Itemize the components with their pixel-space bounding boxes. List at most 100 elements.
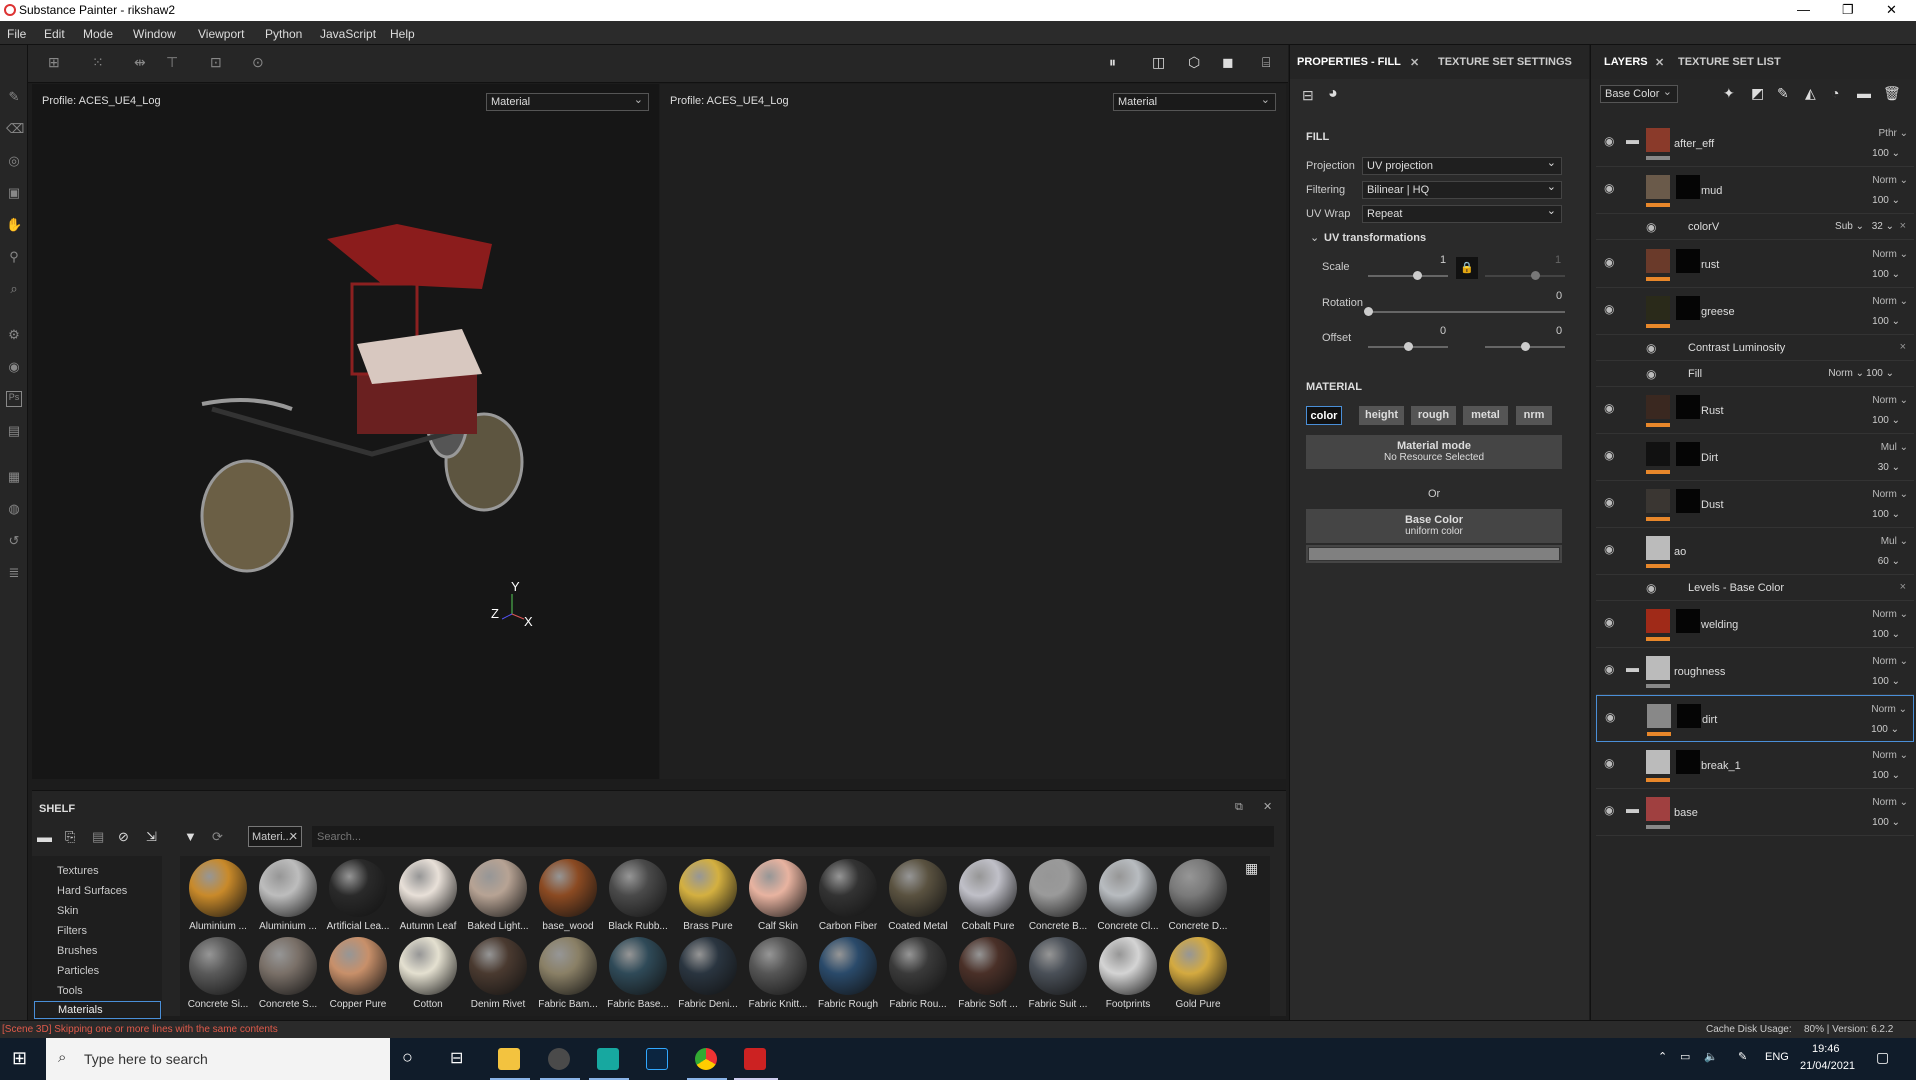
menu-file[interactable]: File bbox=[7, 27, 26, 41]
layer-row[interactable]: ◉ mud Norm ⌄ 100 ⌄ bbox=[1596, 167, 1914, 214]
network-icon[interactable]: ▭ bbox=[1680, 1050, 1690, 1063]
windows-start-icon[interactable]: ⊞ bbox=[12, 1048, 27, 1069]
layer-blend-mode[interactable]: Norm ⌄ bbox=[1872, 489, 1908, 500]
tab-layers-close[interactable]: ✕ bbox=[1655, 56, 1664, 69]
folder-icon[interactable]: ▬ bbox=[1626, 132, 1639, 147]
layer-opacity[interactable]: 100 ⌄ bbox=[1872, 817, 1900, 828]
category-tools[interactable]: Tools bbox=[57, 985, 83, 997]
menu-help[interactable]: Help bbox=[390, 27, 415, 41]
material-item[interactable]: Fabric Bam... bbox=[535, 937, 601, 1010]
eye-icon[interactable]: ◉ bbox=[1646, 341, 1656, 355]
menu-window[interactable]: Window bbox=[133, 27, 176, 41]
layer-name[interactable]: ao bbox=[1674, 546, 1686, 558]
symmetry-icon[interactable]: ⇹ bbox=[134, 54, 146, 71]
add-paint-layer-icon[interactable]: ✎ bbox=[1777, 85, 1789, 102]
layer-opacity[interactable]: 100 ⌄ bbox=[1872, 195, 1900, 206]
layer-row[interactable]: ◉ ▬ roughness Norm ⌄ 100 ⌄ bbox=[1596, 648, 1914, 695]
eye-icon[interactable]: ◉ bbox=[1604, 401, 1614, 415]
viewport-3d[interactable]: Profile: ACES_UE4_Log Material Y Z X bbox=[32, 84, 659, 779]
material-item[interactable]: Fabric Rough bbox=[815, 937, 881, 1010]
clone-icon[interactable]: ⚲ bbox=[6, 249, 22, 265]
channel-chip-rough[interactable]: rough bbox=[1411, 406, 1456, 425]
eye-icon[interactable]: ◉ bbox=[1604, 662, 1614, 676]
mask-thumbnail[interactable] bbox=[1676, 296, 1700, 320]
offset-slider-2[interactable] bbox=[1485, 342, 1565, 351]
minimize-button[interactable]: — bbox=[1797, 2, 1810, 17]
mask-thumbnail[interactable] bbox=[1676, 750, 1700, 774]
filter-tag-close-icon[interactable]: ✕ bbox=[289, 830, 298, 843]
channel-chip-nrm[interactable]: nrm bbox=[1516, 406, 1552, 425]
folder-icon[interactable]: ▬ bbox=[1626, 660, 1639, 675]
mask-thumbnail[interactable] bbox=[1676, 609, 1700, 633]
layer-name[interactable]: mud bbox=[1701, 185, 1722, 197]
layer-row[interactable]: ◉ ao Mul ⌄ 60 ⌄ bbox=[1596, 528, 1914, 575]
category-textures[interactable]: Textures bbox=[57, 865, 99, 877]
category-hard-surfaces[interactable]: Hard Surfaces bbox=[57, 885, 127, 897]
tab-layers[interactable]: LAYERS bbox=[1604, 56, 1648, 68]
offset-slider-1[interactable] bbox=[1368, 342, 1448, 351]
mask-thumbnail[interactable] bbox=[1676, 395, 1700, 419]
layer-opacity[interactable]: 100 ⌄ bbox=[1872, 415, 1900, 426]
layer-blend-mode[interactable]: Norm ⌄ bbox=[1872, 249, 1908, 260]
layer-row[interactable]: ◉ Rust Norm ⌄ 100 ⌄ bbox=[1596, 387, 1914, 434]
material-item[interactable]: Fabric Rou... bbox=[885, 937, 951, 1010]
layer-name[interactable]: greese bbox=[1701, 306, 1735, 318]
layer-row[interactable]: ◉ Dirt Mul ⌄ 30 ⌄ bbox=[1596, 434, 1914, 481]
layer-name[interactable]: base bbox=[1674, 807, 1698, 819]
viewport-2d[interactable]: Profile: ACES_UE4_Log Material bbox=[660, 84, 1286, 779]
material-item[interactable]: Carbon Fiber bbox=[815, 859, 881, 932]
effect-blend[interactable]: Norm ⌄ bbox=[1828, 368, 1864, 379]
layer-row[interactable]: ◉ break_1 Norm ⌄ 100 ⌄ bbox=[1596, 742, 1914, 789]
tab-texture-set-settings[interactable]: TEXTURE SET SETTINGS bbox=[1438, 56, 1572, 68]
undock-icon[interactable]: ⧉ bbox=[1235, 801, 1243, 814]
layer-effect-row[interactable]: ◉ Contrast Luminosity × bbox=[1596, 335, 1914, 361]
rotation-value[interactable]: 0 bbox=[1556, 290, 1562, 302]
eye-icon[interactable]: ◉ bbox=[1646, 581, 1656, 595]
layer-blend-mode[interactable]: Norm ⌄ bbox=[1872, 609, 1908, 620]
layer-blend-mode[interactable]: Norm ⌄ bbox=[1872, 656, 1908, 667]
photoshop-taskbar-icon[interactable] bbox=[646, 1048, 668, 1070]
eraser-icon[interactable]: ⌫ bbox=[6, 121, 24, 137]
layer-name[interactable]: Rust bbox=[1701, 405, 1724, 417]
material-item[interactable]: Copper Pure bbox=[325, 937, 391, 1010]
layer-opacity[interactable]: 60 ⌄ bbox=[1878, 556, 1900, 567]
material-item[interactable]: Concrete B... bbox=[1025, 859, 1091, 932]
material-item[interactable]: Black Rubb... bbox=[605, 859, 671, 932]
layer-blend-mode[interactable]: Norm ⌄ bbox=[1871, 704, 1907, 715]
settings-icon[interactable]: ⚙ bbox=[6, 327, 22, 343]
save-icon[interactable]: ▤ bbox=[92, 829, 104, 845]
eye-icon[interactable]: ◉ bbox=[1604, 181, 1614, 195]
layer-effect-row[interactable]: ◉ Sub ⌄ 32 ⌄ colorV × bbox=[1596, 214, 1914, 240]
refresh-icon[interactable]: ⟳ bbox=[212, 829, 223, 845]
scale-slider[interactable] bbox=[1368, 271, 1448, 280]
mask-thumbnail[interactable] bbox=[1677, 704, 1701, 728]
menu-viewport[interactable]: Viewport bbox=[198, 27, 244, 41]
add-effect-icon[interactable]: ✦ bbox=[1723, 85, 1735, 102]
layer-blend-mode[interactable]: Mul ⌄ bbox=[1881, 536, 1908, 547]
effect-blend[interactable]: Sub ⌄ bbox=[1835, 221, 1864, 232]
material-mode-box[interactable]: Material mode No Resource Selected bbox=[1306, 435, 1562, 469]
material-item[interactable]: Calf Skin bbox=[745, 859, 811, 932]
layer-blend-mode[interactable]: Mul ⌄ bbox=[1881, 442, 1908, 453]
material-item[interactable]: Artificial Lea... bbox=[325, 859, 391, 932]
eye-icon[interactable]: ◉ bbox=[1604, 615, 1614, 629]
clock-date[interactable]: 21/04/2021 bbox=[1800, 1060, 1855, 1072]
layer-name[interactable]: roughness bbox=[1674, 666, 1725, 678]
geometry-fill-icon[interactable]: ▣ bbox=[6, 185, 22, 201]
tab-properties-close[interactable]: ✕ bbox=[1410, 56, 1419, 69]
paint-brush-icon[interactable]: ✎ bbox=[6, 89, 22, 105]
layer-opacity[interactable]: 100 ⌄ bbox=[1872, 316, 1900, 327]
layer-name[interactable]: dirt bbox=[1702, 714, 1717, 726]
material-item[interactable]: Concrete D... bbox=[1165, 859, 1231, 932]
folder-icon[interactable]: ▬ bbox=[37, 829, 52, 846]
taskbar-search[interactable]: ⌕ Type here to search bbox=[46, 1038, 390, 1080]
effect-opacity[interactable]: 32 ⌄ bbox=[1872, 221, 1894, 232]
delete-layer-icon[interactable]: 🗑 bbox=[1883, 85, 1901, 102]
layer-blend-mode[interactable]: Norm ⌄ bbox=[1872, 296, 1908, 307]
add-smart-material-icon[interactable]: ◔ bbox=[1831, 85, 1839, 101]
layer-name[interactable]: rust bbox=[1701, 259, 1719, 271]
filter-icon[interactable]: ▼ bbox=[184, 829, 197, 844]
material-item[interactable]: Coated Metal bbox=[885, 859, 951, 932]
shelf-search-input[interactable] bbox=[312, 826, 1274, 847]
reset-icon[interactable]: ⊙ bbox=[252, 54, 264, 71]
